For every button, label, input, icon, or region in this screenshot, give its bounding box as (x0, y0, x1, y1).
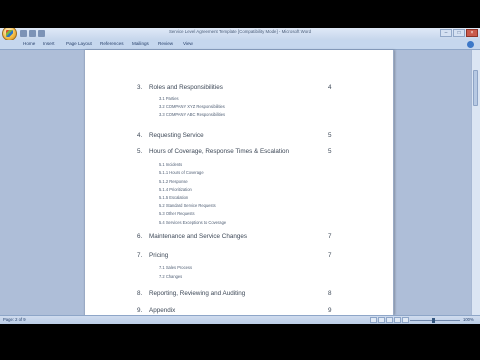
tab-page-layout[interactable]: Page Layout (66, 41, 92, 46)
toc-heading-number: 4. (137, 132, 143, 139)
toc-page-number: 5 (328, 148, 332, 155)
toc-subentry[interactable]: 5.4 Services Exceptions to Coverage (159, 220, 226, 225)
toc-subentry[interactable]: 5.1 Incidents (159, 162, 182, 167)
outline-view-button[interactable] (394, 317, 401, 323)
document-workspace: 3. Roles and Responsibilities 4 3.1 Parties… (0, 50, 480, 315)
toc-subentry[interactable]: 3.3 COMPANY ABC Responsibilities (159, 112, 225, 117)
toc-subentry[interactable]: 3.1 Parties (159, 96, 179, 101)
zoom-slider-thumb[interactable] (432, 318, 435, 323)
toc-heading-title: Requesting Service (149, 132, 204, 139)
close-button[interactable]: × (466, 29, 478, 37)
toc-heading-title: Roles and Responsibilities (149, 84, 223, 91)
toc-page-number: 8 (328, 290, 332, 297)
toc-subentry[interactable]: 5.1.2 Response (159, 179, 188, 184)
toc-heading-title: Appendix (149, 307, 176, 314)
toc-page-number: 4 (328, 84, 332, 91)
page-indicator[interactable]: Page: 2 of 9 (3, 317, 26, 322)
toc-subentry[interactable]: 7.1 Sales Process (159, 265, 192, 270)
toc-heading-number: 7. (137, 252, 143, 259)
toc-heading-number: 3. (137, 84, 143, 91)
word-window: Service Level Agreement Template [Compat… (0, 28, 480, 324)
view-buttons (370, 317, 409, 323)
toc-heading-number: 9. (137, 307, 143, 314)
toc-heading-title: Maintenance and Service Changes (149, 233, 248, 240)
tab-review[interactable]: Review (158, 41, 173, 46)
tab-view[interactable]: View (183, 41, 193, 46)
minimize-button[interactable]: – (440, 29, 452, 37)
toc-heading-title: Hours of Coverage, Response Times & Esca… (149, 148, 289, 155)
zoom-slider[interactable] (410, 320, 460, 321)
document-page[interactable]: 3. Roles and Responsibilities 4 3.1 Parties… (84, 50, 394, 315)
toc-subentry[interactable]: 5.1.5 Escalation (159, 195, 188, 200)
toc-heading-title: Reporting, Reviewing and Auditing (149, 290, 246, 297)
toc-subentry[interactable]: 5.2 Standard Service Requests (159, 203, 216, 208)
vertical-scrollbar[interactable] (471, 50, 480, 315)
print-layout-view-button[interactable] (370, 317, 377, 323)
web-layout-view-button[interactable] (386, 317, 393, 323)
ribbon-tab-bar: Home Insert Page Layout References Maili… (0, 40, 480, 50)
window-title: Service Level Agreement Template [Compat… (168, 29, 312, 34)
toc-page-number: 7 (328, 233, 332, 240)
toc-subentry[interactable]: 5.1.1 Hours of Coverage (159, 170, 204, 175)
title-bar: Service Level Agreement Template [Compat… (0, 28, 480, 41)
tab-insert[interactable]: Insert (43, 41, 55, 46)
full-screen-view-button[interactable] (378, 317, 385, 323)
toc-heading-number: 5. (137, 148, 143, 155)
toc-subentry[interactable]: 5.1.4 Prioritization (159, 187, 192, 192)
tab-mailings[interactable]: Mailings (132, 41, 149, 46)
toc-page-number: 9 (328, 307, 332, 314)
window-controls: – □ × (440, 29, 478, 37)
scrollbar-thumb[interactable] (473, 70, 478, 106)
toc-subentry[interactable]: 5.3 Other Requests (159, 211, 195, 216)
zoom-level[interactable]: 100% (463, 317, 474, 322)
status-bar: Page: 2 of 9 100% (0, 315, 480, 324)
draft-view-button[interactable] (402, 317, 409, 323)
toc-page-number: 5 (328, 132, 332, 139)
toc-page-number: 7 (328, 252, 332, 259)
help-icon[interactable] (467, 41, 474, 48)
toc-heading-title: Pricing (149, 252, 169, 259)
toc-subentry[interactable]: 3.2 COMPANY XYZ Responsibilities (159, 104, 225, 109)
tab-references[interactable]: References (100, 41, 124, 46)
toc-heading-number: 6. (137, 233, 143, 240)
toc-heading-number: 8. (137, 290, 143, 297)
tab-home[interactable]: Home (23, 41, 35, 46)
maximize-button[interactable]: □ (453, 29, 465, 37)
toc-subentry[interactable]: 7.2 Changes (159, 274, 182, 279)
